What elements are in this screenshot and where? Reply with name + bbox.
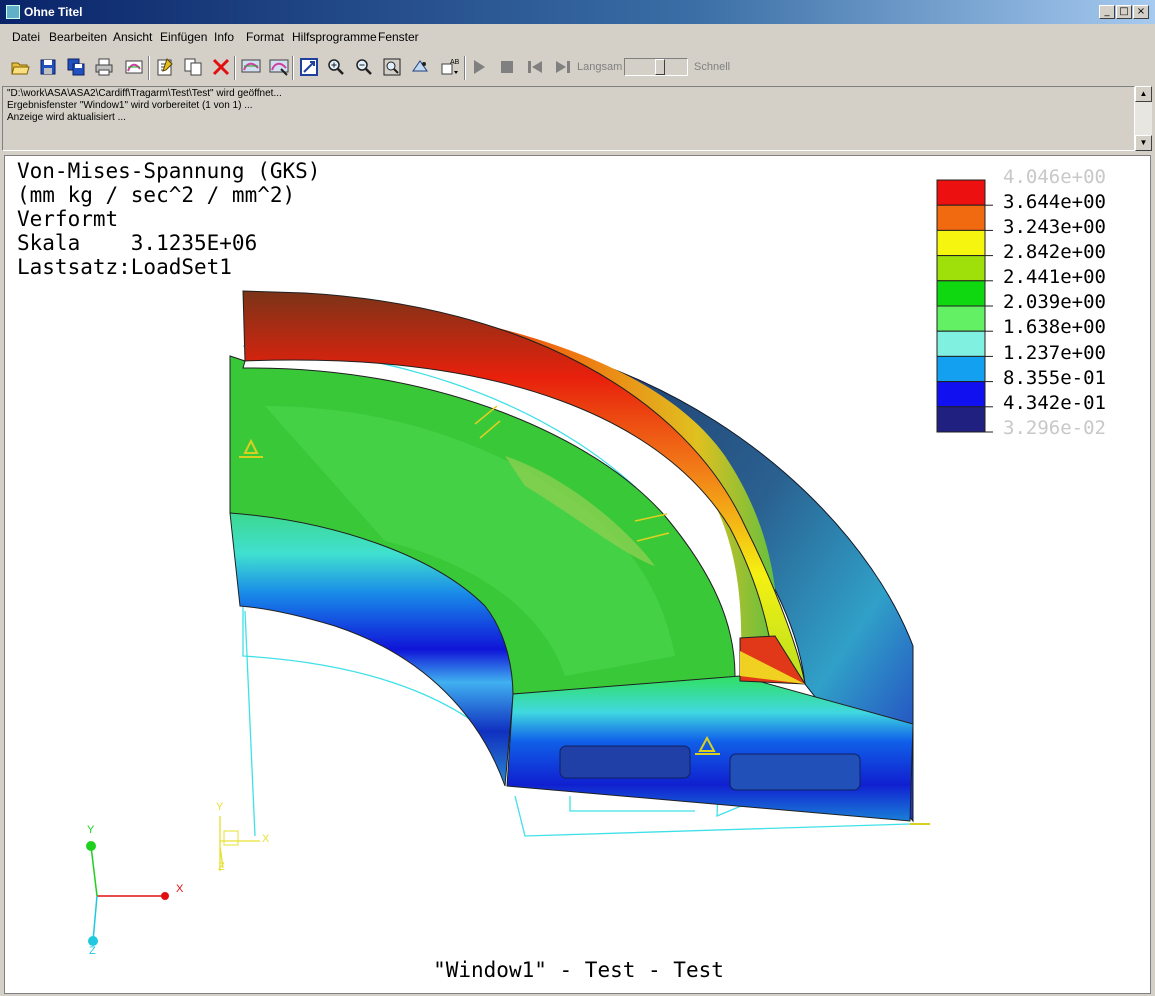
minimize-button[interactable]: _ — [1099, 5, 1115, 19]
play-icon[interactable] — [468, 56, 490, 78]
close-button[interactable]: × — [1133, 5, 1149, 19]
fit-icon[interactable] — [298, 56, 320, 78]
message-log: "D:\work\ASA\ASA2\Cardiff\Tragarm\Test\T… — [2, 86, 1135, 151]
svg-text:AB: AB — [450, 59, 460, 66]
log-line: Anzeige wird aktualisiert ... — [7, 112, 126, 123]
edit-icon[interactable] — [154, 56, 176, 78]
menu-einfuegen[interactable]: Einfügen — [160, 30, 207, 44]
speed-fast-label: Schnell — [694, 61, 731, 73]
display-icon[interactable] — [240, 56, 262, 78]
local-y-axis-label: Y — [216, 801, 224, 813]
window-footer: "Window1" - Test - Test — [433, 958, 724, 982]
z-axis-label: Z — [89, 945, 96, 957]
menu-datei[interactable]: Datei — [12, 30, 40, 44]
log-line: Ergebnisfenster "Window1" wird vorbereit… — [7, 100, 253, 111]
stop-icon[interactable] — [496, 56, 518, 78]
maximize-button[interactable]: □ — [1116, 5, 1132, 19]
display-settings-icon[interactable] — [268, 56, 290, 78]
x-axis-label: X — [176, 883, 184, 895]
save-all-icon[interactable] — [65, 56, 87, 78]
step-icon[interactable] — [552, 56, 574, 78]
menu-ansicht[interactable]: Ansicht — [113, 30, 152, 44]
open-icon[interactable] — [9, 56, 31, 78]
rewind-icon[interactable] — [524, 56, 546, 78]
toolbar-separator — [148, 56, 150, 80]
delete-icon[interactable] — [210, 56, 232, 78]
label-icon[interactable]: AB — [439, 56, 461, 78]
menu-info[interactable]: Info — [214, 30, 234, 44]
toolbar: AB Langsam Schnell — [0, 50, 1155, 84]
zoom-in-icon[interactable] — [325, 56, 347, 78]
app-icon — [6, 5, 20, 19]
y-axis-tip — [86, 841, 96, 851]
toolbar-separator — [464, 56, 466, 80]
fem-model[interactable] — [5, 156, 1151, 994]
log-line: "D:\work\ASA\ASA2\Cardiff\Tragarm\Test\T… — [7, 88, 282, 99]
x-axis-tip — [161, 892, 169, 900]
zoom-window-icon[interactable] — [381, 56, 403, 78]
zoom-out-icon[interactable] — [353, 56, 375, 78]
scroll-down-arrow[interactable]: ▼ — [1135, 135, 1152, 151]
animation-speed-slider[interactable] — [624, 58, 688, 76]
result-viewport[interactable]: Von-Mises-Spannung (GKS) (mm kg / sec^2 … — [4, 155, 1151, 994]
menu-bearbeiten[interactable]: Bearbeiten — [49, 30, 107, 44]
copy-icon[interactable] — [182, 56, 204, 78]
render-icon[interactable] — [123, 56, 145, 78]
menu-bar: Datei Bearbeiten Ansicht Einfügen Info F… — [0, 26, 1155, 46]
orient-icon[interactable] — [409, 56, 431, 78]
toolbar-separator — [234, 56, 236, 80]
window-title: Ohne Titel — [24, 5, 83, 19]
menu-fenster[interactable]: Fenster — [378, 30, 419, 44]
y-axis-label: Y — [87, 824, 95, 836]
print-icon[interactable] — [93, 56, 115, 78]
scroll-up-arrow[interactable]: ▲ — [1135, 86, 1152, 102]
title-bar: Ohne Titel _ □ × — [0, 0, 1155, 24]
local-z-axis-label: Z — [218, 861, 225, 873]
speed-slow-label: Langsam — [577, 61, 623, 73]
local-x-axis-label: X — [262, 833, 270, 845]
slider-thumb[interactable] — [655, 59, 665, 75]
log-scrollbar[interactable]: ▲ ▼ — [1135, 86, 1152, 151]
menu-hilfsprogramme[interactable]: Hilfsprogramme — [292, 30, 377, 44]
toolbar-separator — [292, 56, 294, 80]
save-icon[interactable] — [37, 56, 59, 78]
menu-format[interactable]: Format — [246, 30, 284, 44]
